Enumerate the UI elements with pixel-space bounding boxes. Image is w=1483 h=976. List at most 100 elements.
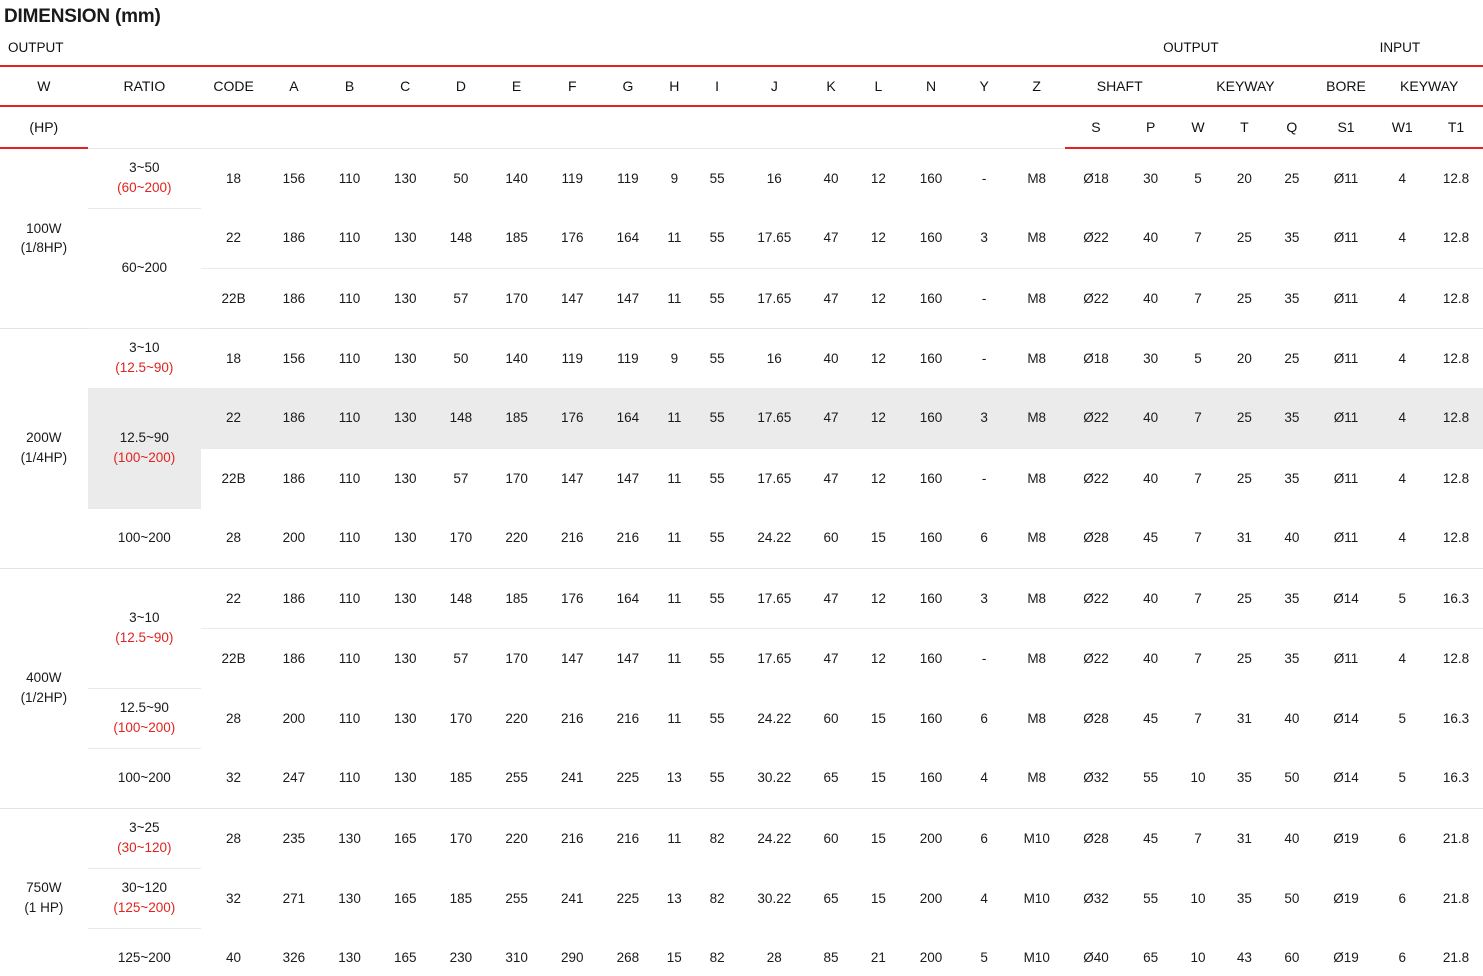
cell-q: 25 xyxy=(1284,350,1300,366)
cell-n: 160 xyxy=(902,208,960,269)
cell-n: 160 xyxy=(919,350,943,366)
cell-z: M8 xyxy=(1008,268,1066,329)
col-header-bore: BORE xyxy=(1316,66,1376,107)
cell-c: 130 xyxy=(393,350,417,366)
cell-t1: 12.8 xyxy=(1442,470,1470,486)
col-header-f: F xyxy=(544,66,601,107)
cell-w1: 5 xyxy=(1375,568,1430,629)
cell-s: Ø28 xyxy=(1083,830,1109,846)
cell-h: 11 xyxy=(655,208,693,269)
cell-w1: 4 xyxy=(1375,208,1430,269)
table-row[interactable]: 100W (1/8HP) 3~50 (60~200) 18 156 110 130 50 140 1… xyxy=(0,148,1483,329)
cell-l: 12 xyxy=(854,208,903,269)
cell-b: 110 xyxy=(338,350,361,366)
cell-z: M8 xyxy=(1027,470,1047,486)
cell-s1: Ø14 xyxy=(1316,568,1376,629)
cell-e: 255 xyxy=(488,748,545,809)
cell-e: 170 xyxy=(505,470,528,486)
table-row[interactable]: 12.5~90 (100~200) 28 200 110 130 170 220 216 216 1… xyxy=(0,688,1483,749)
table-row[interactable]: 60~200 22 186 110 130 148 185 176 164 11 55 17.65 47… xyxy=(0,208,1483,329)
cell-w1: 6 xyxy=(1398,830,1406,846)
cell-k: 60 xyxy=(807,508,855,569)
cell-p: 40 xyxy=(1143,470,1159,486)
cell-d: 170 xyxy=(433,508,489,569)
table-row[interactable]: 400W (1/2HP) 3~10 (12.5~90) 22 186 110 130 148 18… xyxy=(0,568,1483,809)
cell-t: 43 xyxy=(1221,928,1268,976)
cell-l: 12 xyxy=(870,650,886,666)
table-row[interactable]: 200W (1/4HP) 3~10 (12.5~90) 18 156 110 130 50 140… xyxy=(0,328,1483,569)
table-row[interactable]: 22B 186 110 130 57 170 147 147 11 55 17.65 47 12 160-… xyxy=(0,448,1483,508)
cell-j: 17.65 xyxy=(757,470,792,486)
cell-g: 216 xyxy=(616,830,640,846)
table-row[interactable]: 100~200 28 200 110 130 170 220 216 216 11 55 24.22 6… xyxy=(0,508,1483,569)
table-row[interactable]: 12.5~90 (100~200) 22 186 110 130 148 185 176 164 1… xyxy=(0,388,1483,509)
cell-code: 22B xyxy=(221,650,246,666)
cell-j: 30.22 xyxy=(741,748,808,809)
cell-a: 326 xyxy=(266,928,322,976)
cell-power-rating: 400W (1/2HP) xyxy=(0,568,88,809)
cell-code: 32 xyxy=(226,890,242,906)
cell-s1: Ø19 xyxy=(1316,928,1376,976)
cell-a: 247 xyxy=(266,748,322,809)
cell-t1: 16.3 xyxy=(1442,710,1470,726)
cell-k: 40 xyxy=(823,170,839,186)
cell-t: 35 xyxy=(1236,890,1252,906)
table-row[interactable]: 22B 186 110 130 57 170 147 147 11 55 17.65 47 12 160-… xyxy=(0,628,1483,688)
cell-n: 160 xyxy=(919,170,943,186)
power-watt: 200W xyxy=(26,430,62,446)
cell-y: - xyxy=(981,470,987,486)
cell-b: 110 xyxy=(338,170,361,186)
cell-p: 55 xyxy=(1126,748,1175,809)
cell-c: 130 xyxy=(377,568,434,629)
table-row[interactable]: 750W (1 HP) 3~25 (30~120) 28 235 130 165 170 220 2… xyxy=(0,808,1483,976)
cell-g: 268 xyxy=(600,928,656,976)
col-header-n: N xyxy=(902,66,960,107)
col-header-d: D xyxy=(433,66,489,107)
cell-w: 5 xyxy=(1194,350,1202,366)
group-header-output-left: OUTPUT xyxy=(0,30,267,67)
cell-ratio: 12.5~90 (100~200) xyxy=(87,388,202,509)
table-row[interactable]: 100~200 32 247 110 130 185 255 241 225 13 55 30.22 6… xyxy=(0,748,1483,809)
cell-p: 40 xyxy=(1126,388,1175,449)
cell-q: 50 xyxy=(1284,890,1300,906)
col-header-e: E xyxy=(488,66,545,107)
table-row[interactable]: 30~120 (125~200) 32 271 130 165 185 255 241 225 13… xyxy=(0,868,1483,929)
cell-f: 216 xyxy=(560,830,584,846)
cell-z: M8 xyxy=(1008,208,1066,269)
cell-l: 12 xyxy=(870,170,886,186)
cell-l: 12 xyxy=(870,350,886,366)
cell-k: 47 xyxy=(823,650,839,666)
col-header-keyway-input: KEYWAY xyxy=(1375,66,1483,107)
cell-ratio: 3~25 (30~120) xyxy=(87,808,202,869)
cell-power-rating: 200W (1/4HP) xyxy=(0,328,88,569)
cell-b: 130 xyxy=(321,928,378,976)
cell-j: 17.65 xyxy=(741,388,808,449)
cell-a: 235 xyxy=(282,830,306,846)
ratio-primary: 3~25 xyxy=(129,819,160,835)
table-row[interactable]: 22B 186 110 130 57 170 147 147 11 55 17.65 47 12 160-… xyxy=(0,268,1483,329)
cell-k: 47 xyxy=(807,208,855,269)
cell-l: 15 xyxy=(854,508,903,569)
cell-b: 110 xyxy=(321,748,378,809)
cell-p: 45 xyxy=(1143,830,1159,846)
cell-t1: 12.8 xyxy=(1429,208,1483,269)
cell-l: 12 xyxy=(854,268,903,329)
cell-d: 148 xyxy=(433,388,489,449)
cell-ratio: 125~200 xyxy=(87,928,202,976)
table-row[interactable]: 125~200 40 326 130 165 230 310 290 268 15 82 28 85 21… xyxy=(0,928,1483,976)
cell-i: 55 xyxy=(692,388,742,449)
cell-h: 13 xyxy=(655,748,693,809)
cell-w1: 5 xyxy=(1398,710,1406,726)
power-watt: 750W xyxy=(26,880,62,896)
sub-header-bore-s1: S1 xyxy=(1316,106,1376,149)
cell-a: 200 xyxy=(266,508,322,569)
cell-a: 186 xyxy=(282,470,306,486)
cell-w1: 4 xyxy=(1375,268,1430,329)
cell-z: M8 xyxy=(1008,508,1066,569)
dimension-table-page: DIMENSION (mm) OUTPUT OUTPUT INPUT W RATIO CO… xyxy=(0,0,1483,976)
cell-ratio: 60~200 xyxy=(87,208,202,329)
ratio-primary: 12.5~90 xyxy=(119,429,169,445)
cell-t: 25 xyxy=(1221,268,1268,329)
cell-b: 110 xyxy=(321,508,378,569)
cell-c: 165 xyxy=(393,830,417,846)
